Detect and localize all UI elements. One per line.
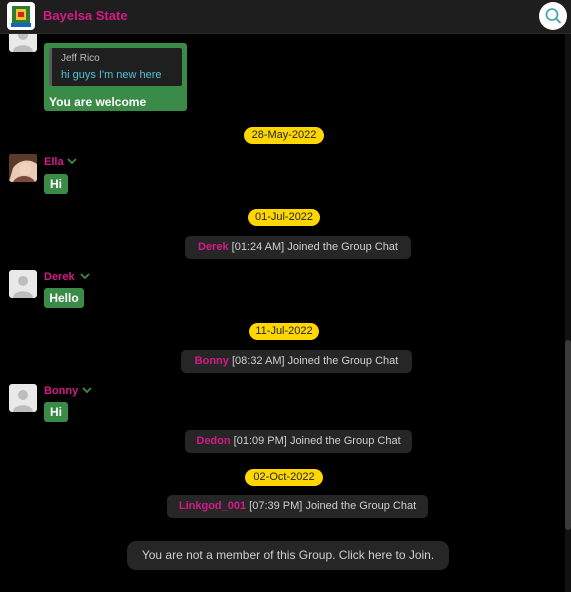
quoted-message[interactable]: Jeff Rico hi guys I'm new here: [49, 48, 182, 86]
system-text: Joined the Group Chat: [287, 355, 399, 367]
message-bubble[interactable]: Hello: [44, 288, 84, 308]
system-username[interactable]: Dedon: [196, 435, 230, 447]
search-icon: [545, 8, 561, 24]
username[interactable]: Derek: [44, 271, 75, 283]
date-separator: 02-Oct-2022: [245, 469, 323, 486]
date-separator: 11-Jul-2022: [249, 323, 319, 340]
avatar: [9, 270, 37, 298]
reply-message-bubble[interactable]: Jeff Rico hi guys I'm new here You are w…: [44, 43, 187, 111]
quoted-username: Jeff Rico: [61, 53, 100, 64]
system-time: [07:39 PM]: [249, 500, 303, 512]
system-message: Dedon [01:09 PM] Joined the Group Chat: [185, 430, 412, 453]
quoted-text: hi guys I'm new here: [61, 69, 162, 81]
system-message: Linkgod_001 [07:39 PM] Joined the Group …: [167, 495, 428, 518]
app-header: Bayelsa State: [0, 0, 571, 34]
avatar: [9, 154, 37, 182]
system-text: Joined the Group Chat: [305, 500, 417, 512]
username[interactable]: Bonny: [44, 385, 78, 397]
message-bubble[interactable]: Hi: [44, 174, 68, 194]
system-time: [01:24 AM]: [231, 241, 285, 253]
message-bubble[interactable]: Hi: [44, 402, 68, 422]
page-title: Bayelsa State: [43, 8, 128, 23]
chat-messages: Jeff Rico hi guys I'm new here You are w…: [0, 34, 565, 592]
system-message: Bonny [08:32 AM] Joined the Group Chat: [181, 350, 412, 373]
system-time: [01:09 PM]: [233, 435, 287, 447]
username[interactable]: Ella: [44, 156, 64, 168]
chevron-down-icon[interactable]: [67, 158, 77, 165]
system-username[interactable]: Bonny: [195, 355, 229, 367]
system-username[interactable]: Derek: [198, 241, 229, 253]
message-text: You are welcome: [49, 95, 147, 109]
system-message: Derek [01:24 AM] Joined the Group Chat: [185, 236, 411, 259]
chevron-down-icon[interactable]: [80, 273, 90, 280]
chevron-down-icon[interactable]: [82, 387, 92, 394]
avatar: [9, 384, 37, 412]
system-text: Joined the Group Chat: [287, 241, 398, 253]
avatar: [9, 34, 37, 52]
scrollbar-thumb[interactable]: [565, 340, 571, 530]
system-time: [08:32 AM]: [231, 355, 285, 367]
scrollbar[interactable]: [565, 34, 571, 592]
date-separator: 28-May-2022: [244, 127, 324, 144]
system-username[interactable]: Linkgod_001: [179, 500, 246, 512]
join-group-button[interactable]: You are not a member of this Group. Clic…: [127, 541, 449, 570]
search-button[interactable]: [539, 2, 567, 30]
bayelsa-state-logo: [7, 2, 35, 30]
system-text: Joined the Group Chat: [289, 435, 401, 447]
date-separator: 01-Jul-2022: [248, 209, 320, 226]
